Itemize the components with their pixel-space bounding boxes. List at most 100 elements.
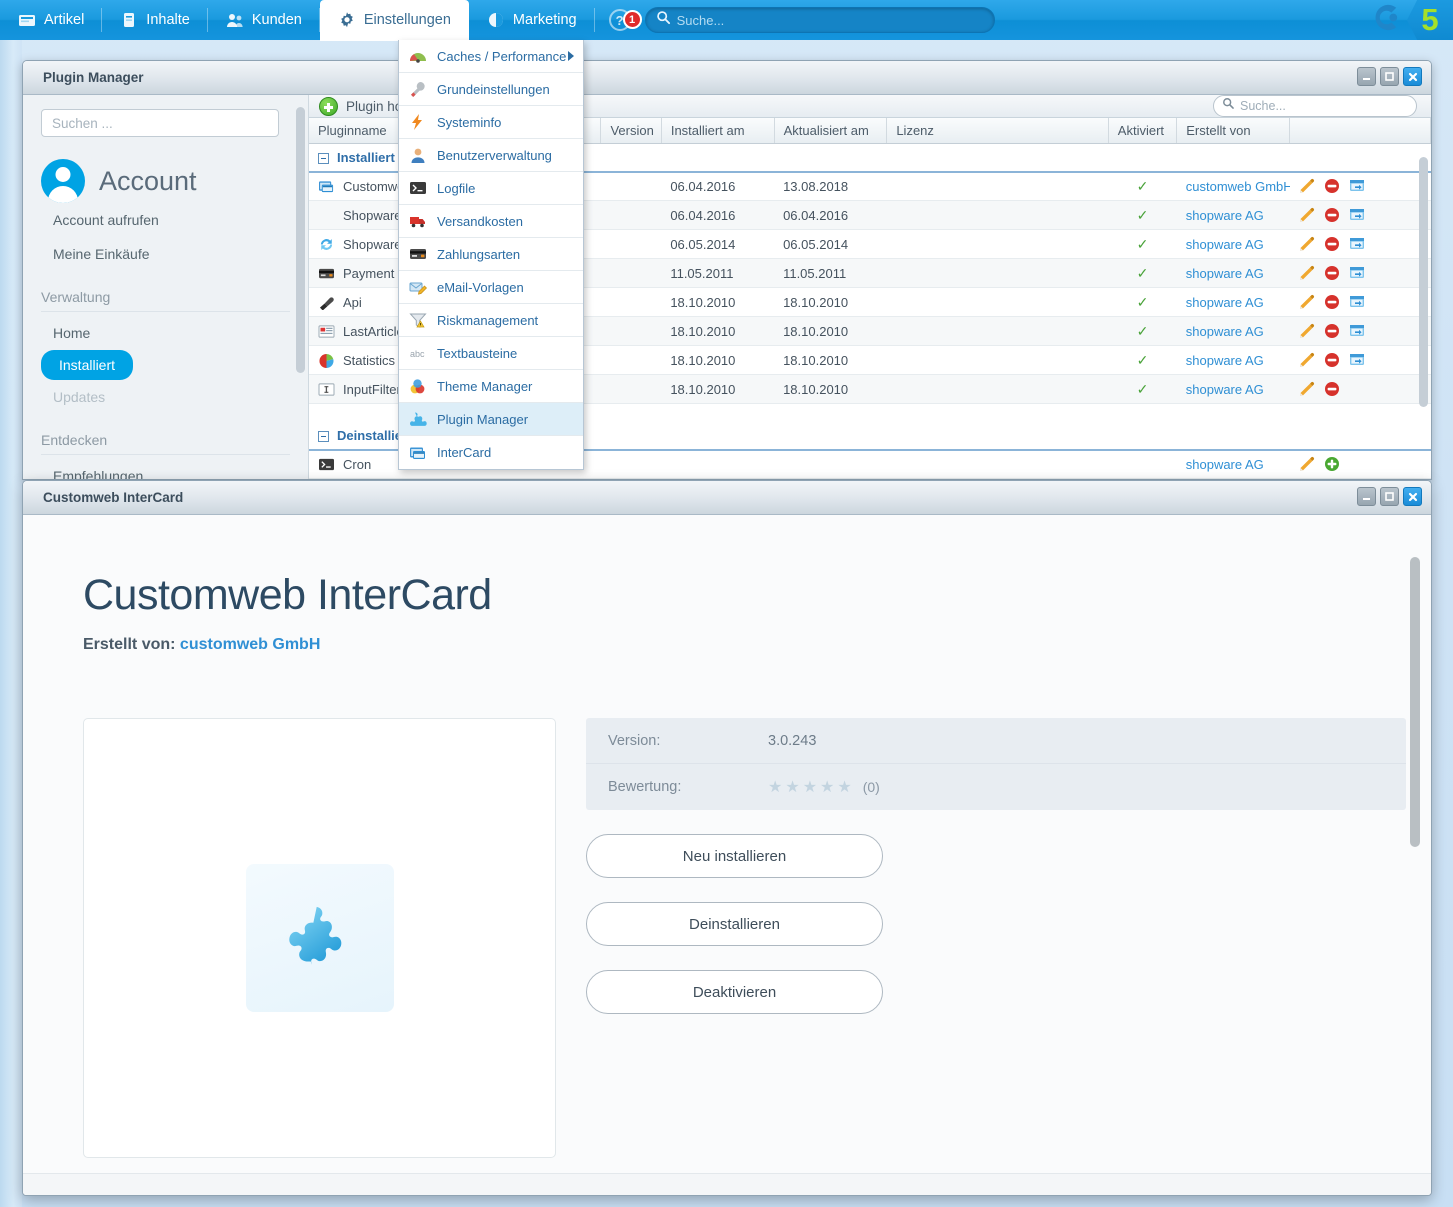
sidebar-search[interactable] bbox=[41, 109, 279, 137]
cell-aktualisiert-am: 18.10.2010 bbox=[774, 287, 887, 317]
menu-item-textbausteine[interactable]: abc Textbausteine bbox=[399, 337, 583, 370]
grid-scrollbar[interactable] bbox=[1419, 157, 1428, 407]
author-link[interactable]: shopware AG bbox=[1186, 266, 1264, 281]
author-link[interactable]: shopware AG bbox=[1186, 324, 1264, 339]
uninstall-icon[interactable] bbox=[1324, 236, 1340, 252]
nav-item-einstellungen[interactable]: Einstellungen bbox=[319, 0, 469, 41]
collapse-icon[interactable] bbox=[318, 152, 329, 164]
open-window-icon[interactable] bbox=[1349, 207, 1365, 223]
nav-item-artikel[interactable]: Artikel bbox=[0, 0, 103, 40]
uninstall-icon[interactable] bbox=[1324, 178, 1340, 194]
col-lizenz[interactable]: Lizenz bbox=[886, 118, 1109, 144]
nav-item-inhalte[interactable]: Inhalte bbox=[102, 0, 208, 40]
sidebar-item-empfehlungen[interactable]: Empfehlungen bbox=[41, 459, 155, 479]
check-icon: ✓ bbox=[1136, 206, 1149, 223]
grid-search[interactable] bbox=[1213, 95, 1417, 117]
reinstall-button[interactable]: Neu installieren bbox=[586, 834, 883, 878]
minimize-icon[interactable] bbox=[1357, 487, 1376, 506]
cell-aktualisiert-am: 06.04.2016 bbox=[774, 200, 887, 230]
sidebar-item-meine-einkaeufe[interactable]: Meine Einkäufe bbox=[41, 237, 290, 271]
nav-item-marketing[interactable]: Marketing bbox=[469, 0, 595, 40]
menu-item-versandkosten[interactable]: Versandkosten bbox=[399, 205, 583, 238]
menu-item-grundeinstellungen[interactable]: Grundeinstellungen bbox=[399, 73, 583, 106]
col-aktualisiert-am[interactable]: Aktualisiert am bbox=[774, 118, 888, 144]
close-icon[interactable] bbox=[1403, 487, 1422, 506]
menu-item-riskmanagement[interactable]: Riskmanagement bbox=[399, 304, 583, 337]
edit-icon[interactable] bbox=[1299, 236, 1315, 252]
uninstall-icon[interactable] bbox=[1324, 381, 1340, 397]
menu-item-theme-manager[interactable]: Theme Manager bbox=[399, 370, 583, 403]
author-link[interactable]: shopware AG bbox=[1186, 295, 1264, 310]
news-icon bbox=[318, 324, 335, 339]
uninstall-icon[interactable] bbox=[1324, 207, 1340, 223]
sidebar-item-home[interactable]: Home bbox=[41, 316, 102, 350]
author-link[interactable]: shopware AG bbox=[1186, 353, 1264, 368]
author-link[interactable]: customweb GmbH bbox=[1186, 179, 1290, 194]
col-actions bbox=[1289, 118, 1431, 144]
menu-item-benutzerverwaltung[interactable]: Benutzerverwaltung bbox=[399, 139, 583, 172]
grid-search-input[interactable] bbox=[1240, 99, 1408, 113]
edit-icon[interactable] bbox=[1299, 352, 1315, 368]
maximize-icon[interactable] bbox=[1380, 487, 1399, 506]
cell-erstellt-von: shopware AG bbox=[1176, 449, 1290, 479]
sidebar-search-input[interactable] bbox=[52, 115, 268, 131]
menu-item-email-vorlagen[interactable]: eMail-Vorlagen bbox=[399, 271, 583, 304]
edit-icon[interactable] bbox=[1299, 207, 1315, 223]
edit-icon[interactable] bbox=[1299, 456, 1315, 472]
author-link[interactable]: shopware AG bbox=[1186, 237, 1264, 252]
collapse-icon[interactable] bbox=[318, 430, 329, 442]
open-window-icon[interactable] bbox=[1349, 236, 1365, 252]
edit-icon[interactable] bbox=[1299, 178, 1315, 194]
uninstall-icon[interactable] bbox=[1324, 294, 1340, 310]
close-icon[interactable] bbox=[1403, 67, 1422, 86]
edit-icon[interactable] bbox=[1299, 265, 1315, 281]
edit-icon[interactable] bbox=[1299, 294, 1315, 310]
open-window-icon[interactable] bbox=[1349, 323, 1365, 339]
menu-item-systeminfo[interactable]: Systeminfo bbox=[399, 106, 583, 139]
intercard-scrollbar[interactable] bbox=[1410, 557, 1420, 847]
sidebar-scrollbar[interactable] bbox=[296, 107, 305, 373]
plugin-action-buttons: Neu installieren Deinstallieren Deaktivi… bbox=[586, 834, 1406, 1014]
sidebar-item-updates[interactable]: Updates bbox=[41, 380, 117, 414]
uninstall-icon[interactable] bbox=[1324, 265, 1340, 281]
author-link[interactable]: customweb GmbH bbox=[180, 636, 320, 653]
menu-item-caches-performance[interactable]: Caches / Performance bbox=[399, 40, 583, 73]
search-input[interactable] bbox=[676, 12, 984, 28]
menu-item-logfile[interactable]: Logfile bbox=[399, 172, 583, 205]
nav-item-kunden[interactable]: Kunden bbox=[208, 0, 320, 40]
menu-item-label: Plugin Manager bbox=[437, 411, 529, 427]
global-search[interactable] bbox=[644, 7, 995, 33]
install-icon[interactable] bbox=[1324, 456, 1340, 472]
card-window-icon bbox=[318, 179, 335, 194]
menu-item-intercard[interactable]: InterCard bbox=[399, 436, 583, 469]
plugin-manager-titlebar[interactable]: Plugin Manager bbox=[23, 61, 1431, 95]
author-link[interactable]: shopware AG bbox=[1186, 208, 1264, 223]
sidebar-item-account-aufrufen[interactable]: Account aufrufen bbox=[41, 203, 290, 237]
minimize-icon[interactable] bbox=[1357, 67, 1376, 86]
author-link[interactable]: shopware AG bbox=[1186, 457, 1264, 472]
uninstall-icon[interactable] bbox=[1324, 323, 1340, 339]
deactivate-button[interactable]: Deaktivieren bbox=[586, 970, 883, 1014]
edit-icon[interactable] bbox=[1299, 323, 1315, 339]
uninstall-button[interactable]: Deinstallieren bbox=[586, 902, 883, 946]
col-installiert-am[interactable]: Installiert am bbox=[661, 118, 775, 144]
intercard-titlebar[interactable]: Customweb InterCard bbox=[23, 481, 1431, 515]
col-aktiviert[interactable]: Aktiviert bbox=[1108, 118, 1178, 144]
open-window-icon[interactable] bbox=[1349, 178, 1365, 194]
open-window-icon[interactable] bbox=[1349, 265, 1365, 281]
cell-version bbox=[600, 229, 662, 259]
menu-item-zahlungsarten[interactable]: Zahlungsarten bbox=[399, 238, 583, 271]
maximize-icon[interactable] bbox=[1380, 67, 1399, 86]
puzzle-icon bbox=[409, 411, 427, 427]
cell-installiert-am: 06.04.2016 bbox=[661, 200, 775, 230]
nav-label: Marketing bbox=[512, 12, 577, 28]
uninstall-icon[interactable] bbox=[1324, 352, 1340, 368]
menu-item-plugin-manager[interactable]: Plugin Manager bbox=[399, 403, 583, 436]
edit-icon[interactable] bbox=[1299, 381, 1315, 397]
col-version[interactable]: Version bbox=[600, 118, 662, 144]
col-erstellt-von[interactable]: Erstellt von bbox=[1176, 118, 1290, 144]
open-window-icon[interactable] bbox=[1349, 352, 1365, 368]
author-link[interactable]: shopware AG bbox=[1186, 382, 1264, 397]
open-window-icon[interactable] bbox=[1349, 294, 1365, 310]
sidebar-item-installiert[interactable]: Installiert bbox=[41, 350, 134, 380]
